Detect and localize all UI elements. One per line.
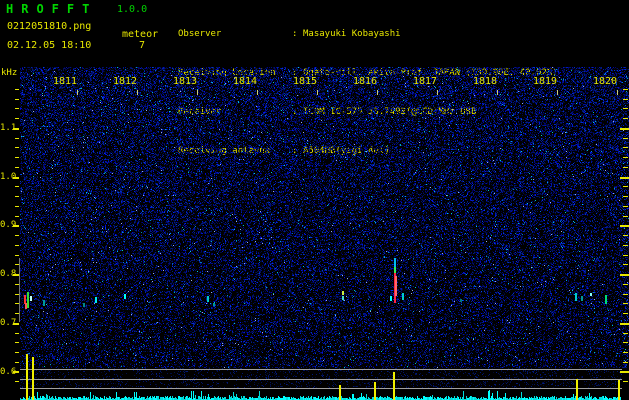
time-tick — [437, 90, 438, 95]
time-label-1814: 1814 — [233, 76, 257, 87]
freq-tick-right — [623, 264, 628, 265]
freq-tick-right — [620, 225, 629, 227]
freq-tick-right — [623, 196, 628, 197]
freq-tick-right — [620, 323, 629, 325]
app-version: 1.0.0 — [117, 4, 147, 15]
freq-tick-right — [620, 177, 629, 179]
freq-tick-left — [15, 167, 19, 168]
time-label-1812: 1812 — [113, 76, 137, 87]
freq-tick-left — [13, 323, 19, 325]
freq-tick-left — [15, 362, 19, 363]
time-label-1811: 1811 — [53, 76, 77, 87]
freq-tick-left — [15, 381, 19, 382]
app-title: HROFFT — [6, 2, 97, 16]
freq-tick-left — [15, 206, 19, 207]
freq-tick-right — [623, 284, 628, 285]
freq-tick-right — [623, 118, 628, 119]
freq-tick-right — [620, 371, 629, 373]
freq-tick-left — [15, 99, 19, 100]
freq-tick-right — [623, 138, 628, 139]
freq-tick-left — [13, 371, 19, 373]
freq-tick-left — [13, 225, 19, 227]
time-tick — [617, 90, 618, 95]
time-label-1813: 1813 — [173, 76, 197, 87]
freq-tick-left — [15, 89, 19, 90]
freq-label-0.6: 0.6 — [0, 367, 13, 377]
freq-label-0.7: 0.7 — [0, 318, 13, 328]
freq-tick-right — [623, 147, 628, 148]
freq-label-0.8: 0.8 — [0, 269, 13, 279]
freq-tick-left — [15, 118, 19, 119]
output-filename: 0212051810.png — [7, 21, 91, 32]
freq-tick-right — [623, 313, 628, 314]
hrofft-window: HROFFT 1.0.0 0212051810.png meteor 02.12… — [0, 0, 629, 400]
echo-duration-bar — [19, 258, 20, 322]
freq-tick-left — [15, 255, 19, 256]
meteor-count: 7 — [139, 40, 145, 51]
freq-tick-right — [623, 362, 628, 363]
freq-tick-right — [623, 186, 628, 187]
info-label: Observer — [178, 28, 221, 41]
freq-tick-left — [15, 186, 19, 187]
freq-label-1.0: 1.0 — [0, 172, 13, 182]
freq-tick-right — [623, 352, 628, 353]
freq-tick-left — [15, 216, 19, 217]
time-label-1817: 1817 — [413, 76, 437, 87]
freq-tick-right — [623, 167, 628, 168]
time-tick — [137, 90, 138, 95]
freq-tick-right — [623, 342, 628, 343]
time-label-1820: 1820 — [593, 76, 617, 87]
info-row-observer: Observer: Masayuki Kobayashi — [178, 28, 628, 41]
time-label-1818: 1818 — [473, 76, 497, 87]
freq-axis-unit: kHz — [1, 68, 17, 78]
freq-tick-right — [623, 303, 628, 304]
info-colon: : — [292, 28, 297, 41]
freq-tick-right — [623, 294, 628, 295]
freq-tick-right — [623, 333, 628, 334]
freq-tick-left — [15, 196, 19, 197]
time-tick — [77, 90, 78, 95]
info-value: Masayuki Kobayashi — [303, 28, 401, 41]
freq-tick-right — [623, 235, 628, 236]
freq-tick-left — [13, 177, 19, 179]
freq-tick-left — [15, 352, 19, 353]
freq-tick-right — [623, 255, 628, 256]
freq-tick-left — [15, 245, 19, 246]
freq-tick-left — [15, 138, 19, 139]
time-tick — [497, 90, 498, 95]
time-label-1815: 1815 — [293, 76, 317, 87]
spectrogram-canvas — [20, 65, 629, 400]
freq-tick-left — [15, 157, 19, 158]
time-label-1819: 1819 — [533, 76, 557, 87]
freq-tick-right — [623, 157, 628, 158]
freq-tick-right — [620, 274, 629, 276]
record-datetime: 02.12.05 18:10 — [7, 40, 91, 51]
freq-tick-left — [15, 333, 19, 334]
freq-tick-right — [620, 128, 629, 130]
mode-label: meteor — [122, 29, 158, 40]
freq-tick-left — [13, 128, 19, 130]
freq-label-0.9: 0.9 — [0, 220, 13, 230]
freq-tick-right — [623, 216, 628, 217]
freq-tick-right — [623, 245, 628, 246]
time-label-1816: 1816 — [353, 76, 377, 87]
time-tick — [377, 90, 378, 95]
time-tick — [257, 90, 258, 95]
freq-label-1.1: 1.1 — [0, 123, 13, 133]
time-tick — [197, 90, 198, 95]
freq-tick-left — [15, 342, 19, 343]
freq-tick-right — [623, 99, 628, 100]
freq-tick-left — [15, 108, 19, 109]
time-tick — [317, 90, 318, 95]
freq-tick-left — [15, 235, 19, 236]
freq-tick-right — [623, 108, 628, 109]
freq-tick-right — [623, 206, 628, 207]
time-tick — [557, 90, 558, 95]
freq-tick-right — [623, 89, 628, 90]
freq-tick-left — [15, 147, 19, 148]
freq-tick-right — [623, 381, 628, 382]
